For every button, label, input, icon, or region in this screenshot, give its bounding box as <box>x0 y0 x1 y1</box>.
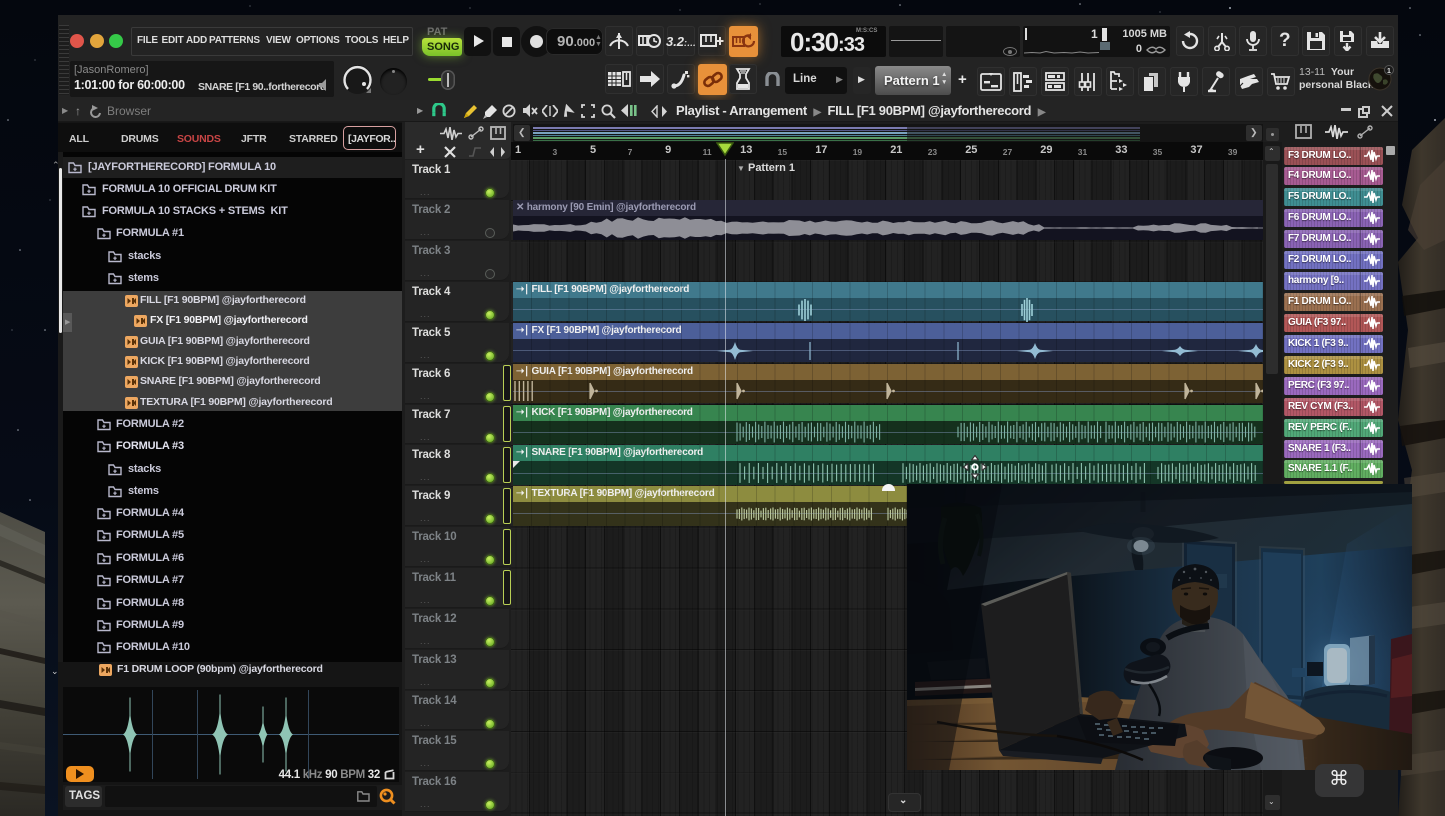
svg-text:1: 1 <box>1387 68 1391 75</box>
